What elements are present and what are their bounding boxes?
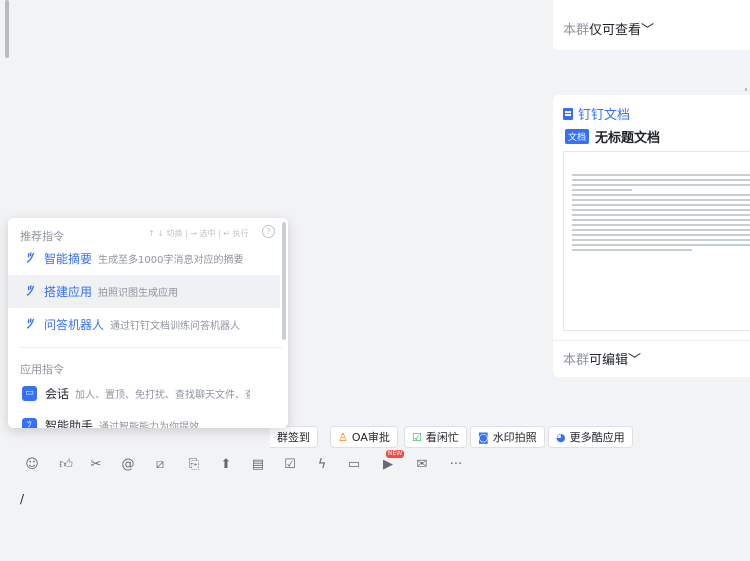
busy-status-button[interactable]: ☑ 看闲忙 xyxy=(404,426,467,448)
command-qa-bot[interactable]: ﾂ 问答机器人 通过钉钉文档训练问答机器人 xyxy=(8,308,280,341)
command-label: 智能摘要 xyxy=(44,252,93,266)
command-desc: 加人、置顶、免打扰、查找聊天文件、查找聊天记 xyxy=(75,390,250,401)
group-checkin-button[interactable]: 群签到 xyxy=(270,426,318,448)
ai-magic-icon: ﾂ xyxy=(25,316,33,332)
more-icon[interactable]: ··· xyxy=(448,457,464,473)
slash-command-icon[interactable]: ⧄ xyxy=(152,457,168,473)
button-label: 群签到 xyxy=(277,431,310,444)
ai-assistant-icon: ﾂ xyxy=(22,418,37,428)
emoji-icon[interactable]: ☺ xyxy=(24,457,40,473)
button-label: 更多酷应用 xyxy=(569,431,625,444)
command-desc: 生成至多1000字消息对应的摘要 xyxy=(98,255,244,266)
doc-brand: 钉钉文档 xyxy=(563,104,630,123)
command-desc: 通过钉钉文档训练问答机器人 xyxy=(110,321,241,332)
watermark-camera-button[interactable]: ◙ 水印拍照 xyxy=(470,426,545,448)
command-label: 智能助手 xyxy=(45,419,94,428)
divider-dot xyxy=(745,88,747,91)
permission-text: 仅可查看 xyxy=(589,23,642,38)
mail-icon[interactable]: ✉ xyxy=(414,457,430,473)
doc-card[interactable]: 钉钉文档 文档 无标题文档 本群可编辑﹀ xyxy=(553,95,750,377)
dingtalk-doc-icon xyxy=(563,107,573,120)
card-divider xyxy=(553,340,750,341)
permission-prefix: 本群 xyxy=(563,23,590,38)
keyboard-hint: ↑ ↓ 切换 | → 选中 | ↵ 执行 xyxy=(148,229,249,238)
message-card-top[interactable]: 本群仅可查看﹀ xyxy=(553,0,750,50)
more-apps-button[interactable]: ◕ 更多酷应用 xyxy=(548,426,633,448)
thumbs-up-icon[interactable]: 👍︎ xyxy=(58,457,74,473)
section-divider xyxy=(20,347,282,348)
popup-scrollbar[interactable] xyxy=(282,222,286,340)
camera-icon: ◙ xyxy=(478,430,489,444)
command-desc: 通过智能能力为你提效 xyxy=(99,422,200,428)
command-ai-assistant[interactable]: ﾂ 智能助手 通过智能能力为你提效 xyxy=(8,409,280,428)
doc-permission-text: 可编辑 xyxy=(589,353,629,368)
flash-icon[interactable]: ϟ xyxy=(314,457,330,473)
button-label: 看闲忙 xyxy=(425,431,459,444)
calendar-check-icon: ☑ xyxy=(412,430,422,444)
message-composer xyxy=(0,452,750,561)
chevron-down-icon: ﹀ xyxy=(628,353,642,368)
button-label: 水印拍照 xyxy=(492,431,537,444)
new-badge: NEW xyxy=(386,450,405,458)
doc-title: 无标题文档 xyxy=(595,131,661,146)
video-icon[interactable]: ▭ xyxy=(346,457,362,473)
chat-scrollbar[interactable] xyxy=(5,0,9,58)
more-apps-icon: ◕ xyxy=(556,430,566,444)
doc-title-row[interactable]: 文档 无标题文档 xyxy=(565,127,660,146)
approval-icon: ♙ xyxy=(338,430,348,444)
command-chat[interactable]: ▭ 会话 加人、置顶、免打扰、查找聊天文件、查找聊天记 xyxy=(8,377,280,410)
scissors-icon[interactable]: ✂ xyxy=(88,457,104,473)
doc-permission-prefix: 本群 xyxy=(563,353,590,368)
command-smart-summary[interactable]: ﾂ 智能摘要 生成至多1000字消息对应的摘要 xyxy=(8,242,280,275)
command-label: 会话 xyxy=(45,387,70,401)
command-label: 问答机器人 xyxy=(44,318,105,332)
mention-icon[interactable]: @ xyxy=(120,457,136,473)
chevron-down-icon: ﹀ xyxy=(641,23,655,38)
doc-type-tag: 文档 xyxy=(565,129,590,144)
button-label: OA审批 xyxy=(351,431,390,444)
oa-approval-button[interactable]: ♙ OA审批 xyxy=(330,426,398,448)
file-add-icon[interactable]: ⎘ xyxy=(186,457,202,473)
upload-icon[interactable]: ⬆ xyxy=(218,457,234,473)
command-build-app[interactable]: ﾂ 搭建应用 拍照识图生成应用 xyxy=(8,275,280,308)
task-check-icon[interactable]: ☑ xyxy=(282,457,298,473)
doc-preview[interactable] xyxy=(563,151,750,331)
command-desc: 拍照识图生成应用 xyxy=(98,288,179,299)
schedule-icon[interactable]: ▤ xyxy=(250,457,266,473)
ai-magic-icon: ﾂ xyxy=(25,283,33,299)
ai-magic-icon: ﾂ xyxy=(25,250,33,266)
doc-permission-selector[interactable]: 本群可编辑﹀ xyxy=(563,349,641,368)
command-label: 搭建应用 xyxy=(44,285,93,299)
app-commands-header: 应用指令 xyxy=(20,363,64,376)
command-popup: 推荐指令 ↑ ↓ 切换 | → 选中 | ↵ 执行 ? ﾂ 智能摘要 生成至多1… xyxy=(8,218,288,428)
help-icon[interactable]: ? xyxy=(262,225,275,238)
chat-app-icon: ▭ xyxy=(22,386,37,401)
permission-selector[interactable]: 本群仅可查看﹀ xyxy=(563,19,654,38)
doc-brand-label: 钉钉文档 xyxy=(578,108,631,123)
play-icon[interactable]: ▶ xyxy=(380,457,396,473)
message-input[interactable]: / xyxy=(20,492,24,506)
